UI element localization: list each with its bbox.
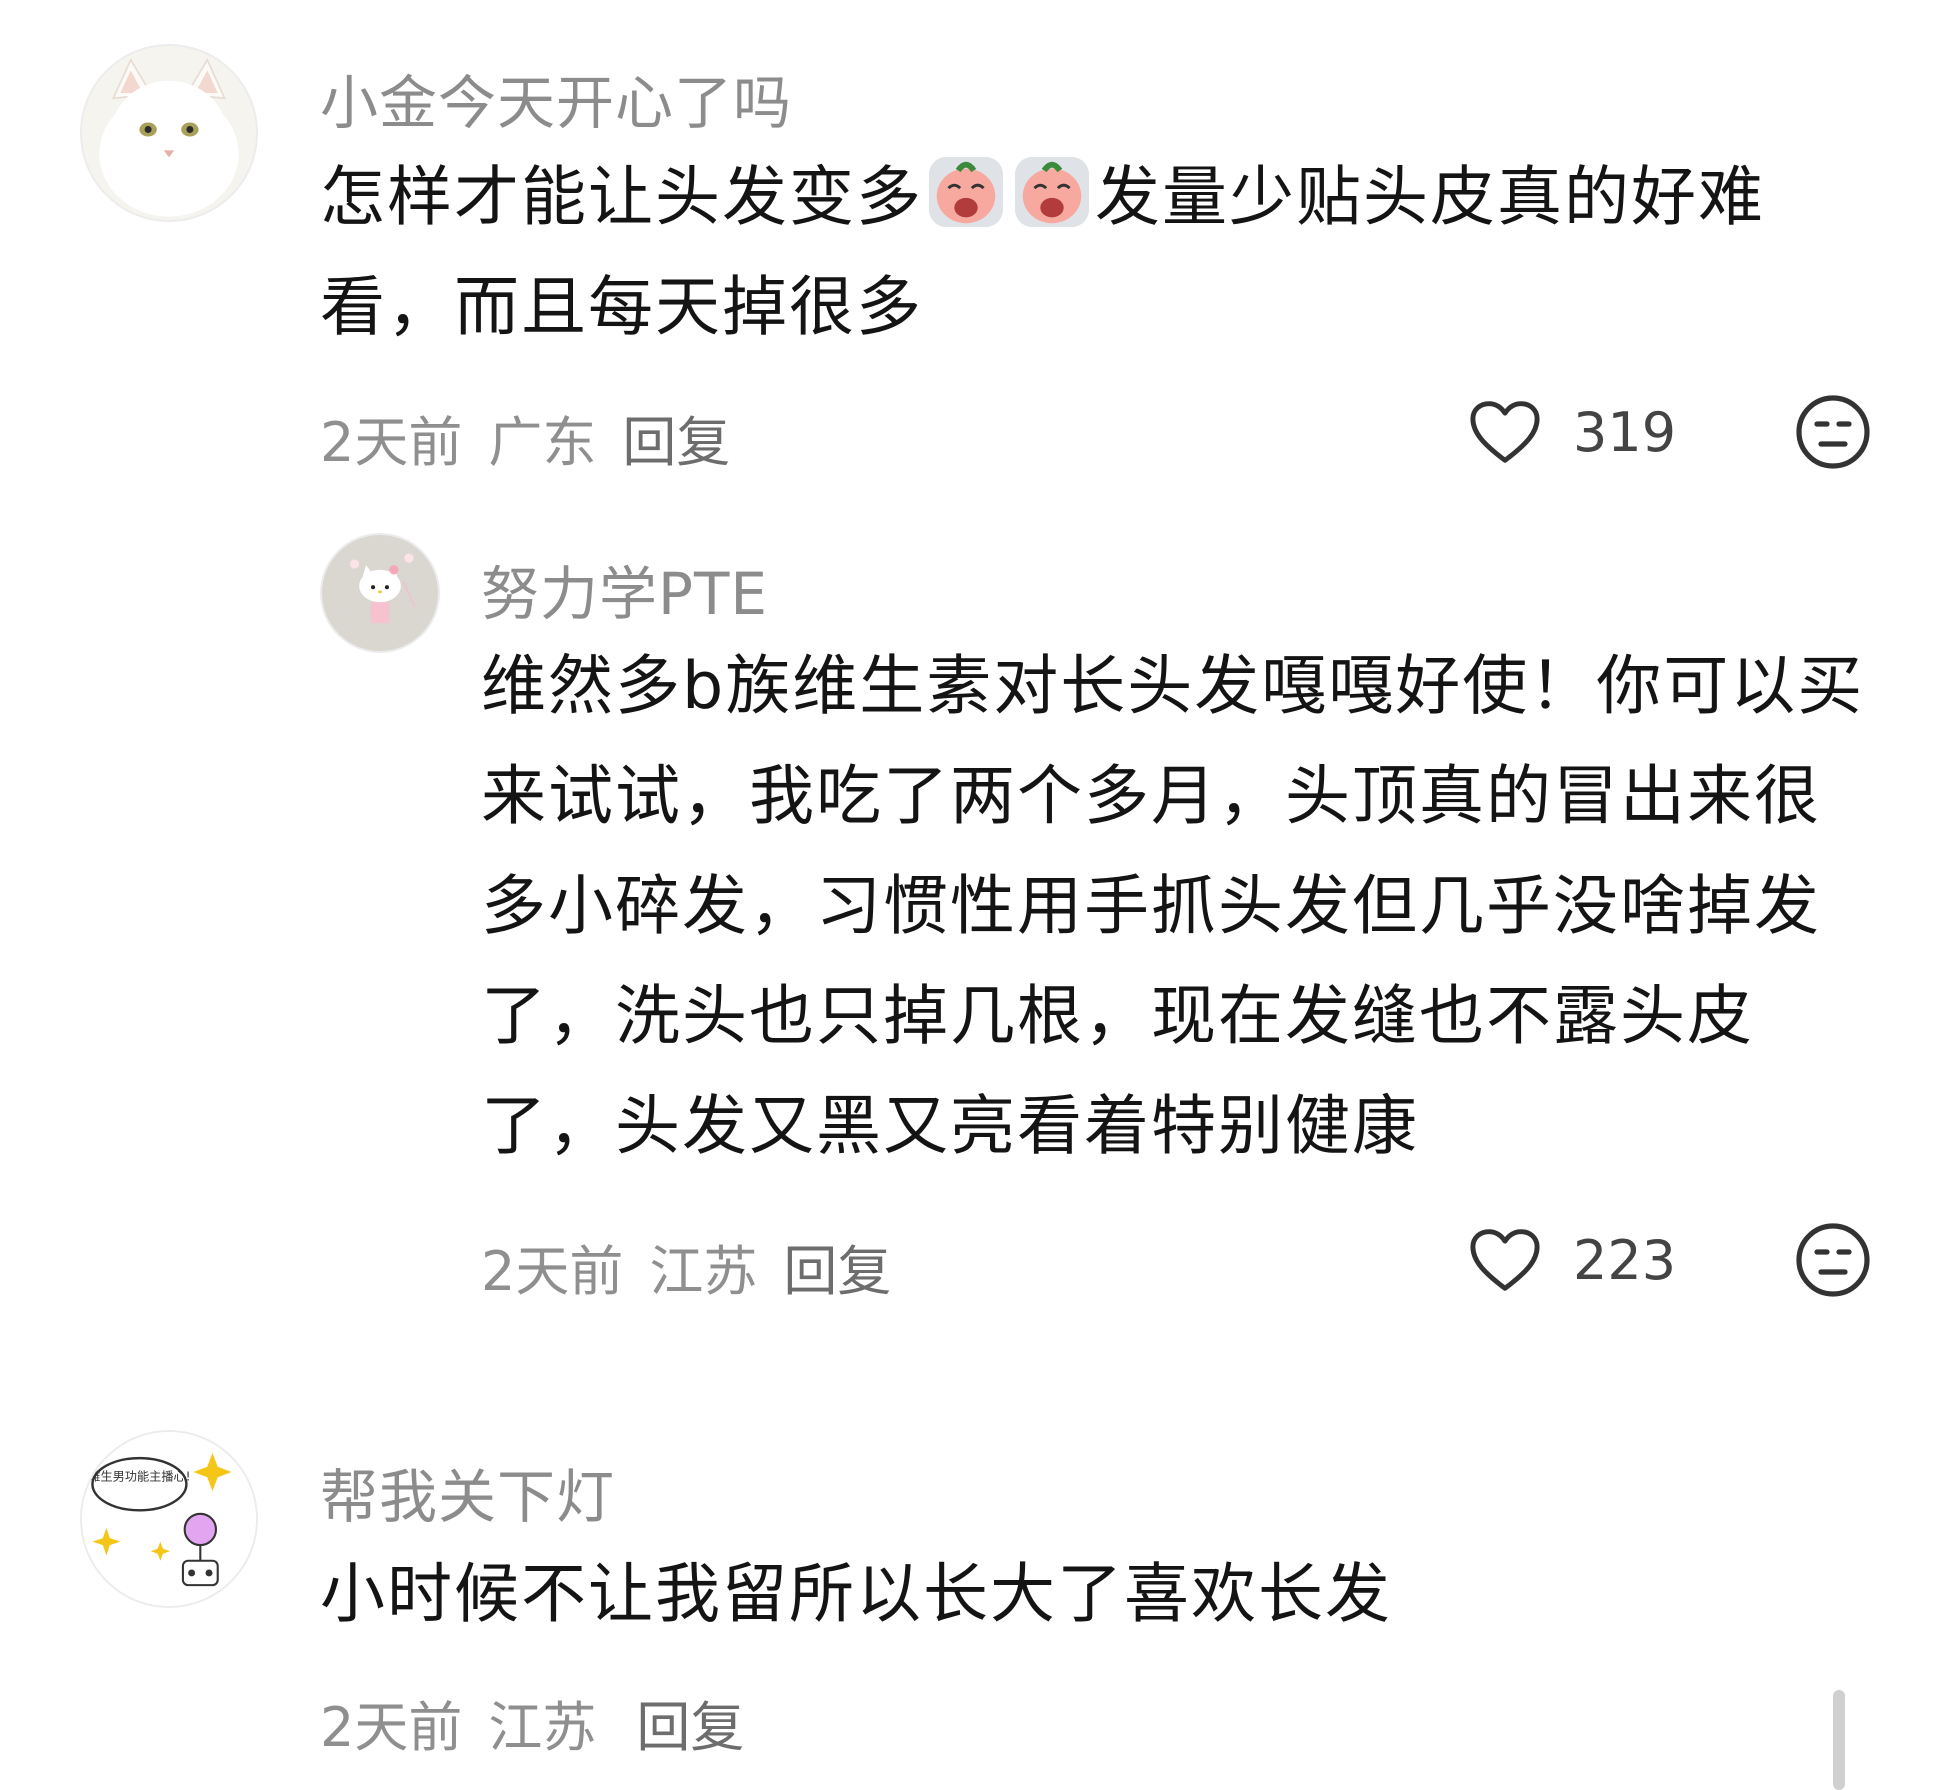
avatar[interactable]: 雌生男功能主播心! xyxy=(80,1430,258,1608)
like-count: 319 xyxy=(1573,400,1677,464)
comment-time: 2天前 xyxy=(320,411,463,474)
comment-meta: 2天前 广东 回复 xyxy=(320,398,730,477)
comment-text-part: 怎样才能让头发变多 xyxy=(320,160,924,235)
comment-actions: 319 xyxy=(1467,392,1873,472)
comment-actions: 223 xyxy=(1467,1220,1873,1300)
comment-text: 小时候不让我留所以长大了喜欢长发 xyxy=(320,1557,1393,1632)
comment-location: 江苏 xyxy=(649,1240,758,1303)
unamused-face-icon xyxy=(1796,395,1870,469)
hello-kitty-avatar-icon xyxy=(322,535,438,651)
comment-meta: 2天前 江苏 回复 xyxy=(320,1683,744,1762)
scrollbar[interactable] xyxy=(1833,1690,1845,1790)
comment-time: 2天前 xyxy=(320,1696,463,1759)
username[interactable]: 帮我关下灯 xyxy=(320,1450,615,1534)
dislike-button[interactable] xyxy=(1793,392,1873,472)
comment-text: 维然多b族维生素对长头发嘎嘎好使！你可以买来试试，我吃了两个多月，头顶真的冒出来… xyxy=(481,649,1865,1164)
comment-location: 江苏 xyxy=(488,1696,597,1759)
crying-emoji-icon xyxy=(1013,153,1091,231)
white-cat-avatar-icon xyxy=(82,46,256,220)
avatar[interactable] xyxy=(320,533,440,653)
reply-button[interactable]: 回复 xyxy=(636,1683,744,1762)
crying-emoji-icon xyxy=(927,153,1005,231)
like-button[interactable]: 319 xyxy=(1467,398,1683,466)
avatar[interactable] xyxy=(80,44,258,222)
username[interactable]: 努力学PTE xyxy=(481,547,768,631)
comment-location: 广东 xyxy=(488,411,597,474)
heart-icon xyxy=(1470,401,1540,463)
like-count: 223 xyxy=(1573,1228,1677,1292)
doodle-text: 雌生男功能主播心! xyxy=(88,1469,190,1484)
reply-button[interactable]: 回复 xyxy=(622,398,730,477)
username[interactable]: 小金今天开心了吗 xyxy=(320,56,792,140)
like-button[interactable]: 223 xyxy=(1467,1226,1683,1294)
comment-time: 2天前 xyxy=(481,1240,624,1303)
doodle-avatar-icon: 雌生男功能主播心! xyxy=(82,1432,256,1606)
dislike-button[interactable] xyxy=(1793,1220,1873,1300)
comment-meta: 2天前 江苏 回复 xyxy=(481,1227,891,1306)
heart-icon xyxy=(1470,1229,1540,1291)
reply-button[interactable]: 回复 xyxy=(783,1227,891,1306)
comment-text: 怎样才能让头发变多 发量少贴头皮真的好难看，而且每天掉很多 xyxy=(320,143,1860,363)
unamused-face-icon xyxy=(1796,1223,1870,1297)
